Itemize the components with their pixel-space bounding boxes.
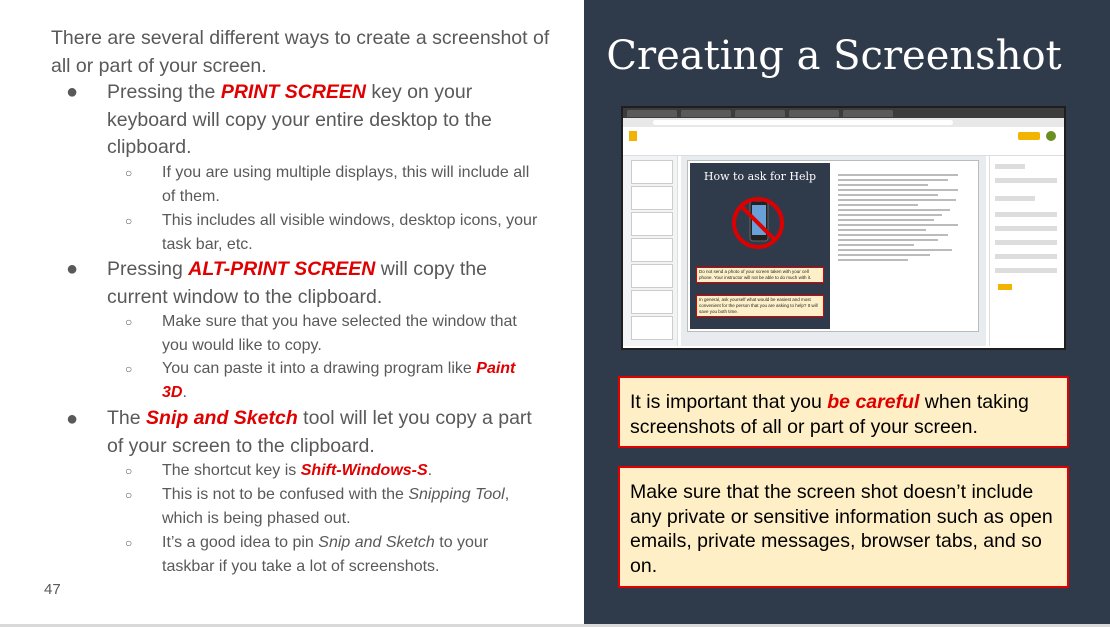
browser-tab: [789, 110, 839, 117]
slide-thumbnail: [631, 212, 673, 236]
share-button: [1018, 132, 1040, 140]
sub-item: It’s a good idea to pin Snip and Sketch …: [162, 531, 542, 579]
item-alt-print-screen: Pressing ALT-PRINT SCREEN will copy the …: [107, 256, 547, 311]
sub-item-text: This is not to be confused with the: [162, 486, 409, 503]
item-text-pre: Pressing the: [107, 81, 221, 103]
item-keyword: Snip and Sketch: [146, 407, 298, 429]
privacy-text: Make sure that the screen shot doesn’t i…: [630, 481, 1053, 577]
bullet-icon: ●: [66, 408, 79, 430]
slides-icon: [629, 131, 637, 141]
sub-bullet-icon: ○: [125, 362, 133, 376]
sub-item: This is not to be confused with the Snip…: [162, 483, 542, 531]
sub-bullet-icon: ○: [125, 214, 133, 228]
intro-text: There are several different ways to crea…: [51, 27, 550, 77]
avatar: [1046, 131, 1056, 141]
sub-item: If you are using multiple displays, this…: [162, 164, 530, 205]
item-snip-and-sketch: The Snip and Sketch tool will let you co…: [107, 405, 547, 460]
sub-item-text: You can paste it into a drawing program …: [162, 360, 477, 377]
sub-item-italic: Snip and Sketch: [318, 534, 435, 551]
embedded-note: In general, ask yourself what would be e…: [696, 295, 824, 317]
slide-thumbnail: [631, 160, 673, 184]
browser-tab: [735, 110, 785, 117]
sub-item: This includes all visible windows, deskt…: [162, 212, 538, 253]
privacy-box: Make sure that the screen shot doesn’t i…: [618, 466, 1069, 588]
sub-item: Make sure that you have selected the win…: [162, 313, 517, 354]
slide-thumbnail: [631, 264, 673, 288]
embedded-slide-title: How to ask for Help: [703, 170, 817, 183]
browser-tab: [681, 110, 731, 117]
sub-item-text: .: [182, 384, 187, 401]
sub-item-keyword: Shift-Windows-S: [300, 462, 428, 479]
play-button: [998, 284, 1012, 290]
slide-thumbnail: [631, 290, 673, 314]
slide-number: 47: [44, 581, 61, 598]
slide-title: Creating a Screenshot: [606, 33, 1062, 79]
sub-bullet-icon: ○: [125, 536, 133, 550]
item-print-screen: Pressing the PRINT SCREEN key on your ke…: [107, 79, 547, 162]
slide-thumbnail-strip: [623, 156, 678, 346]
browser-tab-bar: [623, 108, 1064, 118]
left-panel: There are several different ways to crea…: [0, 0, 584, 627]
slide-thumbnail: [631, 186, 673, 210]
embedded-note: Do not send a photo of your screen taken…: [696, 267, 824, 283]
slide-thumbnail: [631, 238, 673, 262]
warning-emphasis: be careful: [827, 391, 920, 413]
embedded-slide: How to ask for Help Do not send a photo …: [687, 160, 979, 332]
item-text-pre: The: [107, 407, 147, 429]
motion-side-panel: [989, 156, 1064, 346]
bullet-icon: ●: [66, 258, 79, 280]
sub-bullet-icon: ○: [125, 488, 133, 502]
bullet-icon: ●: [66, 81, 79, 103]
sub-item: The shortcut key is Shift-Windows-S.: [162, 459, 542, 483]
slide-canvas: How to ask for Help Do not send a photo …: [681, 156, 986, 346]
embedded-slide-text-lines: [838, 171, 972, 321]
warning-box: It is important that you be careful when…: [618, 376, 1069, 448]
no-phone-icon: [732, 197, 784, 249]
item-keyword: PRINT SCREEN: [220, 81, 366, 103]
sub-bullet-icon: ○: [125, 166, 133, 180]
sub-item: You can paste it into a drawing program …: [162, 357, 542, 405]
warning-text-pre: It is important that you: [630, 391, 828, 413]
sub-bullet-icon: ○: [125, 315, 133, 329]
sub-item-text: .: [427, 462, 433, 479]
browser-tab: [843, 110, 893, 117]
sub-item-text: The shortcut key is: [162, 462, 301, 479]
screenshot-image: How to ask for Help Do not send a photo …: [621, 106, 1066, 350]
browser-tab: [627, 110, 677, 117]
app-toolbar: [623, 127, 1064, 156]
item-keyword: ALT-PRINT SCREEN: [188, 258, 376, 280]
embedded-slide-left: How to ask for Help Do not send a photo …: [690, 163, 830, 329]
slide-thumbnail: [631, 316, 673, 340]
sub-item-italic: Snipping Tool: [408, 486, 505, 503]
sub-bullet-icon: ○: [125, 464, 133, 478]
browser-address-bar: [623, 118, 1064, 127]
item-text-pre: Pressing: [107, 258, 189, 280]
sub-item-text: It’s a good idea to pin: [162, 534, 319, 551]
